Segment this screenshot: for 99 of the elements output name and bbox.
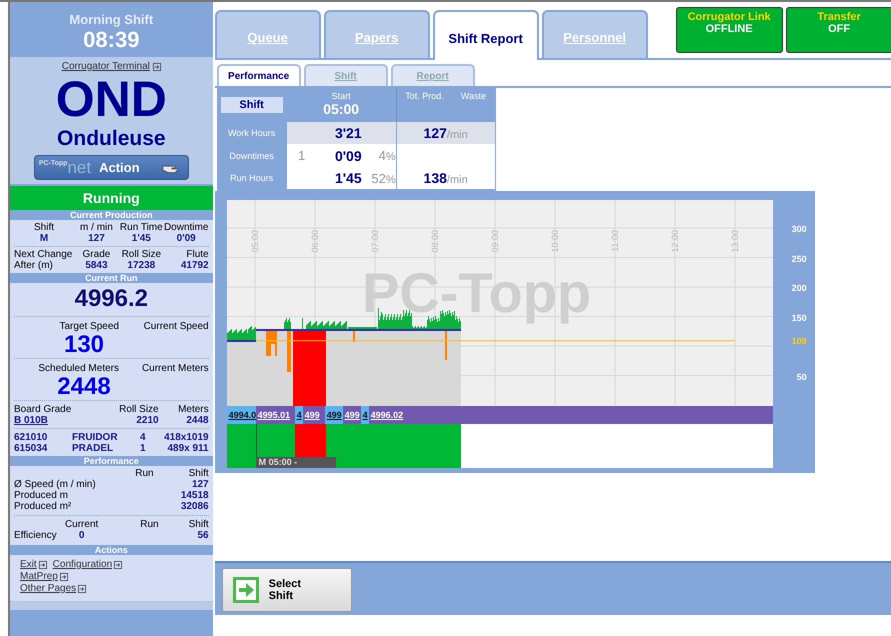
customer-name: FRUIDOR: [72, 432, 119, 443]
start-label: Start: [332, 91, 351, 101]
run-segment[interactable]: 499: [324, 406, 343, 424]
action-link[interactable]: Other Pages: [20, 583, 76, 595]
board-grade-label: Board Grade: [14, 404, 72, 415]
machine-code: OND: [56, 72, 167, 126]
metric-label: Ø Speed (m / min): [14, 479, 97, 490]
next-change-label: Next Change: [14, 249, 74, 260]
order-count: 1: [140, 443, 147, 454]
metric-label: Produced m: [14, 490, 69, 501]
column-label: Grade: [82, 249, 110, 260]
column-label: Roll Size: [122, 249, 162, 260]
start-time: 05:00: [323, 101, 360, 117]
sub-tab[interactable]: Performance: [216, 64, 301, 86]
target-speed: 130: [64, 332, 104, 358]
order-size: 418x1019: [163, 432, 209, 443]
section-header: Current Production: [69, 210, 154, 220]
efficiency-current: 0: [78, 530, 86, 541]
axis-label: 150: [792, 313, 807, 323]
percent-cell: 52%: [371, 170, 396, 186]
action-link[interactable]: Exit: [20, 559, 37, 571]
scheduled-meters-label: Scheduled Meters: [37, 363, 119, 374]
run-segment[interactable]: 499: [342, 406, 361, 424]
axis-label: 109: [792, 336, 807, 346]
time-cell: 1'45: [334, 170, 362, 186]
waste-label: Waste: [460, 91, 486, 103]
link-icon: [114, 561, 122, 569]
column-value: 17238: [127, 260, 156, 271]
machine-status: Running: [10, 186, 213, 210]
link-icon: [152, 62, 161, 70]
run-number: 4996.2: [74, 284, 150, 314]
efficiency-shift: 56: [196, 530, 209, 541]
efficiency-label: Efficiency: [14, 530, 57, 541]
target-speed-label: Target Speed: [58, 321, 119, 332]
column-value: 41792: [180, 260, 209, 271]
row-label: Work Hours: [228, 128, 276, 138]
metric-value: 32086: [180, 501, 209, 512]
action-link[interactable]: Configuration: [52, 559, 112, 571]
shift-time: 08:39: [82, 27, 140, 53]
section-header: Current Run: [84, 273, 139, 283]
column-value: 127: [88, 233, 105, 244]
percent-cell: 4%: [378, 148, 396, 163]
row-label: Downtimes: [229, 150, 274, 160]
shift-label: Shift: [188, 519, 209, 530]
shift-label: Shift: [220, 97, 283, 113]
axis-label: 250: [792, 254, 807, 264]
machine-name: Onduleuse: [57, 126, 166, 152]
column-label: Run Time: [120, 222, 163, 233]
time-cell: 0'09: [334, 148, 362, 164]
section-header: Performance: [82, 456, 140, 466]
rate-cell: 127/min: [424, 125, 468, 141]
current-speed-label: Current Speed: [144, 321, 209, 332]
axis-label: 50: [796, 372, 807, 382]
terminal-link[interactable]: Corrugator Terminal: [62, 61, 150, 72]
column-value: 5843: [85, 260, 108, 271]
shift-label: Shift: [188, 468, 209, 479]
rate-cell: 138/min: [424, 170, 468, 186]
column-value: M: [40, 233, 48, 244]
column-value: 0'09: [176, 233, 196, 244]
metric-label: Produced m²: [14, 501, 72, 512]
current-meters-label: Current Meters: [142, 363, 209, 374]
tab[interactable]: Shift Report: [432, 10, 539, 60]
roll-size: 2210: [135, 415, 159, 426]
scheduled-meters: 2448: [56, 374, 112, 400]
board-grade-link[interactable]: B 010B: [14, 415, 99, 426]
link-icon: [78, 585, 86, 593]
order-number: 621010: [14, 432, 48, 443]
action-link[interactable]: MatPrep: [20, 571, 58, 583]
customer-name: PRADEL: [72, 443, 114, 454]
count-cell: 1: [298, 148, 306, 163]
metric-value: 14518: [180, 490, 209, 501]
link-icon: [38, 561, 47, 569]
column-label: Flute: [186, 249, 209, 260]
column-label: Shift: [34, 222, 54, 233]
total-production-label: Tot. Prod.: [405, 91, 444, 103]
order-size: 489x 911: [166, 443, 209, 454]
shift-name: Morning Shift: [68, 12, 154, 27]
select-shift-button[interactable]: Select Shift: [222, 568, 352, 612]
after-label: After (m): [14, 260, 54, 271]
shift-marker: M 05:00 -: [256, 457, 336, 468]
axis-label: 200: [792, 283, 807, 293]
time-cell: 3'21: [334, 125, 362, 141]
column-label: m / min: [80, 222, 113, 233]
axis-label: 300: [792, 224, 807, 234]
roll-size-label: Roll Size: [118, 404, 159, 415]
order-number: 615034: [14, 443, 48, 454]
run-segment[interactable]: 4994.0: [226, 406, 256, 424]
section-header: Actions: [94, 545, 129, 555]
meters: 2448: [185, 415, 209, 426]
column-label: Downtime: [164, 222, 208, 233]
order-count: 4: [140, 432, 147, 443]
metric-value: 127: [190, 479, 209, 490]
column-value: 1'45: [132, 233, 151, 244]
run-label: Run: [139, 519, 159, 530]
current-label: Current: [64, 519, 100, 530]
meters-label: Meters: [177, 404, 209, 415]
link-icon: [60, 573, 68, 581]
row-label: Run Hours: [230, 173, 274, 183]
run-label: Run: [134, 468, 154, 479]
